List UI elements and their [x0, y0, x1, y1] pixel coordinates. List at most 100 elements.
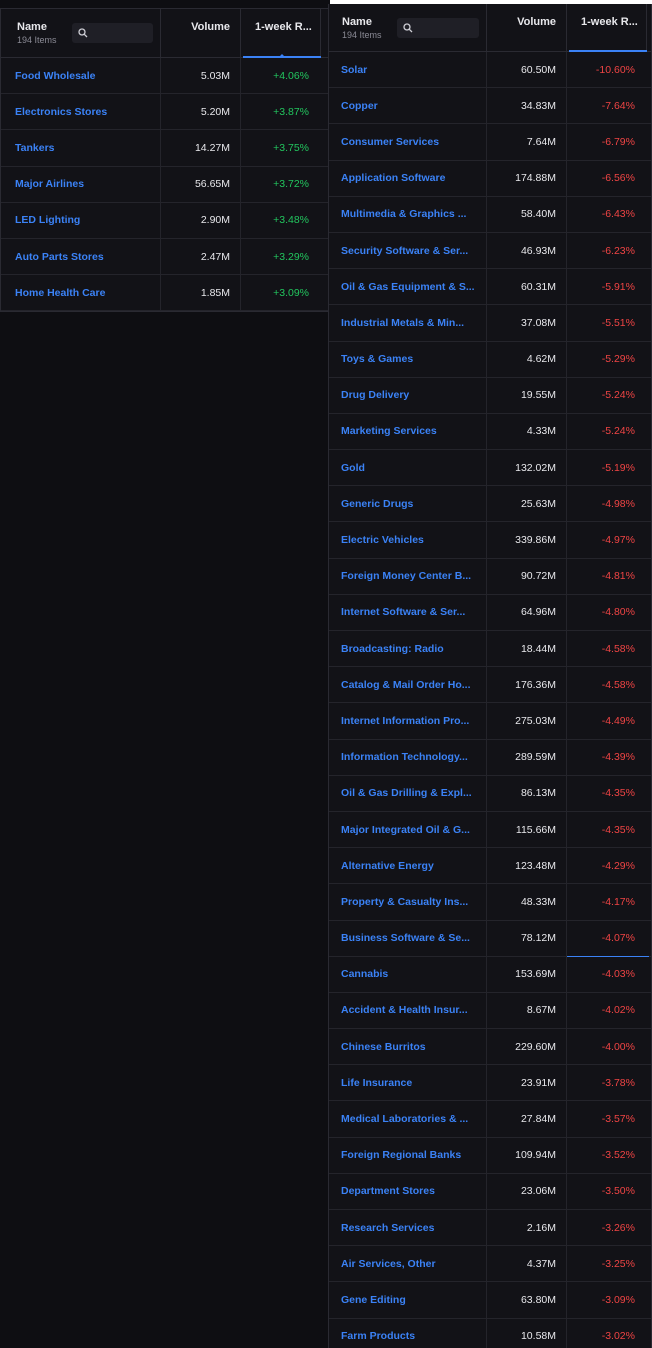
- table-row[interactable]: Gold 132.02M -5.19%: [329, 450, 651, 487]
- industry-name-link[interactable]: Application Software: [329, 160, 487, 196]
- table-row[interactable]: Electric Vehicles 339.86M -4.97%: [329, 522, 651, 559]
- volume-cell: 229.60M: [487, 1029, 567, 1065]
- table-row[interactable]: Gene Editing 63.80M -3.09%: [329, 1282, 651, 1319]
- table-row[interactable]: Accident & Health Insur... 8.67M -4.02%: [329, 992, 651, 1030]
- return-value: +3.72%: [273, 178, 309, 191]
- table-row[interactable]: Information Technology... 289.59M -4.39%: [329, 739, 651, 776]
- industry-name-link[interactable]: Auto Parts Stores: [1, 238, 161, 275]
- table-row[interactable]: Application Software 174.88M -6.56%: [329, 160, 651, 197]
- industry-name-link[interactable]: Consumer Services: [329, 124, 487, 160]
- industry-name-link[interactable]: Internet Software & Ser...: [329, 594, 487, 630]
- return-value: -4.35%: [601, 787, 635, 800]
- industry-name-link[interactable]: Foreign Money Center B...: [329, 558, 487, 594]
- table-row[interactable]: Alternative Energy 123.48M -4.29%: [329, 848, 651, 885]
- table-row[interactable]: Foreign Money Center B... 90.72M -4.81%: [329, 558, 651, 595]
- table-row[interactable]: Major Airlines 56.65M +3.72%: [1, 166, 329, 203]
- industry-name-link[interactable]: Tankers: [1, 130, 161, 166]
- table-row[interactable]: Medical Laboratories & ... 27.84M -3.57%: [329, 1101, 651, 1138]
- table-row[interactable]: Business Software & Se... 78.12M -4.07%: [329, 920, 651, 957]
- table-row[interactable]: Foreign Regional Banks 109.94M -3.52%: [329, 1137, 651, 1174]
- table-row[interactable]: Property & Casualty Ins... 48.33M -4.17%: [329, 884, 651, 921]
- industry-name-link[interactable]: Food Wholesale: [1, 58, 161, 94]
- table-row[interactable]: Life Insurance 23.91M -3.78%: [329, 1065, 651, 1102]
- table-row[interactable]: Department Stores 23.06M -3.50%: [329, 1173, 651, 1210]
- table-row[interactable]: Oil & Gas Equipment & S... 60.31M -5.91%: [329, 269, 651, 306]
- industry-name-link[interactable]: LED Lighting: [1, 202, 161, 238]
- industry-name-link[interactable]: Farm Products: [329, 1318, 487, 1348]
- return-column-header[interactable]: 1-week R...: [567, 4, 651, 52]
- industry-name-link[interactable]: Generic Drugs: [329, 486, 487, 522]
- industry-name-link[interactable]: Major Airlines: [1, 166, 161, 202]
- table-row[interactable]: Major Integrated Oil & G... 115.66M -4.35%: [329, 811, 651, 849]
- table-row[interactable]: Generic Drugs 25.63M -4.98%: [329, 486, 651, 523]
- industry-name-link[interactable]: Broadcasting: Radio: [329, 631, 487, 667]
- table-row[interactable]: Tankers 14.27M +3.75%: [1, 130, 329, 167]
- volume-cell: 23.91M: [487, 1065, 567, 1101]
- industry-name-link[interactable]: Internet Information Pro...: [329, 703, 487, 739]
- industry-name-link[interactable]: Multimedia & Graphics ...: [329, 196, 487, 232]
- industry-name-link[interactable]: Chinese Burritos: [329, 1029, 487, 1065]
- industry-name-link[interactable]: Department Stores: [329, 1173, 487, 1209]
- industry-name-link[interactable]: Life Insurance: [329, 1065, 487, 1101]
- table-row[interactable]: Security Software & Ser... 46.93M -6.23%: [329, 232, 651, 270]
- industry-name-link[interactable]: Air Services, Other: [329, 1246, 487, 1282]
- table-row[interactable]: Research Services 2.16M -3.26%: [329, 1210, 651, 1247]
- return-column-header[interactable]: 1-week R...: [241, 9, 329, 58]
- table-row[interactable]: Toys & Games 4.62M -5.29%: [329, 341, 651, 378]
- industry-name-link[interactable]: Oil & Gas Drilling & Expl...: [329, 775, 487, 811]
- industry-name-link[interactable]: Business Software & Se...: [329, 920, 487, 956]
- industry-name-link[interactable]: Medical Laboratories & ...: [329, 1101, 487, 1137]
- industry-name-link[interactable]: Accident & Health Insur...: [329, 992, 487, 1029]
- table-row[interactable]: Catalog & Mail Order Ho... 176.36M -4.58%: [329, 667, 651, 704]
- table-row[interactable]: Farm Products 10.58M -3.02%: [329, 1318, 651, 1348]
- industry-name-link[interactable]: Marketing Services: [329, 413, 487, 450]
- industry-name-link[interactable]: Catalog & Mail Order Ho...: [329, 667, 487, 703]
- volume-column-header[interactable]: Volume: [487, 4, 567, 51]
- table-row[interactable]: Oil & Gas Drilling & Expl... 86.13M -4.35%: [329, 775, 651, 812]
- name-column-header[interactable]: Name 194 Items: [1, 9, 161, 57]
- table-row[interactable]: LED Lighting 2.90M +3.48%: [1, 202, 329, 239]
- table-row[interactable]: Copper 34.83M -7.64%: [329, 88, 651, 125]
- industry-name-link[interactable]: Cannabis: [329, 956, 487, 992]
- table-row[interactable]: Consumer Services 7.64M -6.79%: [329, 124, 651, 161]
- table-row[interactable]: Food Wholesale 5.03M +4.06%: [1, 58, 329, 95]
- industry-name-link[interactable]: Property & Casualty Ins...: [329, 884, 487, 920]
- table-row[interactable]: Broadcasting: Radio 18.44M -4.58%: [329, 631, 651, 668]
- industry-name-link[interactable]: Electronics Stores: [1, 94, 161, 130]
- industry-name-link[interactable]: Oil & Gas Equipment & S...: [329, 269, 487, 305]
- table-row[interactable]: Multimedia & Graphics ... 58.40M -6.43%: [329, 196, 651, 233]
- table-row[interactable]: Cannabis 153.69M -4.03%: [329, 956, 651, 993]
- search-input[interactable]: [397, 18, 479, 38]
- table-row[interactable]: Chinese Burritos 229.60M -4.00%: [329, 1029, 651, 1066]
- industry-name-link[interactable]: Copper: [329, 88, 487, 124]
- table-row[interactable]: Home Health Care 1.85M +3.09%: [1, 275, 329, 312]
- volume-column-header[interactable]: Volume: [161, 9, 241, 57]
- table-row[interactable]: Industrial Metals & Min... 37.08M -5.51%: [329, 305, 651, 342]
- table-row[interactable]: Auto Parts Stores 2.47M +3.29%: [1, 238, 329, 276]
- table-row[interactable]: Internet Information Pro... 275.03M -4.49%: [329, 703, 651, 740]
- industry-name-link[interactable]: Alternative Energy: [329, 848, 487, 884]
- table-row[interactable]: Air Services, Other 4.37M -3.25%: [329, 1246, 651, 1283]
- industry-name-link[interactable]: Industrial Metals & Min...: [329, 305, 487, 341]
- industry-name-link[interactable]: Home Health Care: [1, 275, 161, 311]
- industry-name-link[interactable]: Solar: [329, 52, 487, 88]
- industry-name-link[interactable]: Research Services: [329, 1210, 487, 1246]
- table-row[interactable]: Drug Delivery 19.55M -5.24%: [329, 377, 651, 414]
- industry-name-link[interactable]: Gold: [329, 450, 487, 486]
- industry-name-link[interactable]: Gene Editing: [329, 1282, 487, 1318]
- return-cell: -10.60%: [567, 52, 651, 87]
- table-row[interactable]: Electronics Stores 5.20M +3.87%: [1, 94, 329, 131]
- industry-name-link[interactable]: Drug Delivery: [329, 377, 487, 413]
- table-row[interactable]: Internet Software & Ser... 64.96M -4.80%: [329, 594, 651, 631]
- return-value: -6.43%: [601, 208, 635, 221]
- industry-name-link[interactable]: Foreign Regional Banks: [329, 1137, 487, 1173]
- industry-name-link[interactable]: Electric Vehicles: [329, 522, 487, 558]
- table-row[interactable]: Solar 60.50M -10.60%: [329, 52, 651, 89]
- industry-name-link[interactable]: Information Technology...: [329, 739, 487, 775]
- industry-name-link[interactable]: Major Integrated Oil & G...: [329, 811, 487, 848]
- industry-name-link[interactable]: Security Software & Ser...: [329, 232, 487, 269]
- name-column-header[interactable]: Name 194 Items: [329, 4, 487, 51]
- industry-name-link[interactable]: Toys & Games: [329, 341, 487, 377]
- search-input[interactable]: [72, 23, 153, 43]
- table-row[interactable]: Marketing Services 4.33M -5.24%: [329, 413, 651, 451]
